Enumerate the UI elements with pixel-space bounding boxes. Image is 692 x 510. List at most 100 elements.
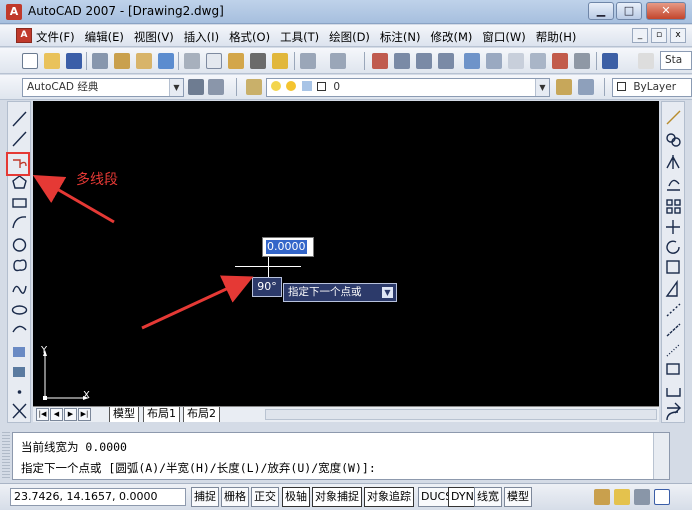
hatch-icon — [12, 403, 27, 419]
offset-icon — [667, 179, 680, 191]
print-icon[interactable] — [92, 53, 108, 69]
markup-icon[interactable] — [552, 53, 568, 69]
status-dyn-button[interactable]: DYN — [448, 487, 477, 507]
command-window[interactable]: 当前线宽为 0.0000 指定下一个点或 [圆弧(A)/半宽(H)/长度(L)/… — [12, 432, 670, 480]
status-snap-button[interactable]: 捕捉 — [191, 487, 219, 507]
angle-tooltip: 90° — [252, 277, 282, 297]
maximize-button[interactable]: □ — [616, 2, 642, 20]
match-properties-icon[interactable] — [250, 53, 266, 69]
status-otrack-button[interactable]: 对象追踪 — [364, 487, 414, 507]
erase-icon — [666, 110, 681, 125]
communication-center-icon[interactable] — [594, 489, 610, 505]
status-osnap-button[interactable]: 对象捕捉 — [312, 487, 362, 507]
menu-window[interactable]: 窗口(W) — [482, 29, 525, 45]
options-down-arrow-icon[interactable]: ▼ — [382, 287, 393, 298]
tab-model[interactable]: 模型 — [109, 407, 139, 422]
properties-icon[interactable] — [464, 53, 480, 69]
menu-tools[interactable]: 工具(T) — [280, 29, 319, 45]
command-prompt-line[interactable]: 指定下一个点或 [圆弧(A)/半宽(H)/长度(L)/放弃(U)/宽度(W)]: — [21, 460, 376, 476]
open-file-icon[interactable] — [44, 53, 60, 69]
menu-edit[interactable]: 编辑(E) — [85, 29, 124, 45]
menu-insert[interactable]: 插入(I) — [184, 29, 219, 45]
doc-minimize-button[interactable]: _ — [632, 28, 648, 43]
text-style-combo[interactable]: Sta — [660, 51, 692, 70]
layers-toolbar: AutoCAD 经典 ▼ 0 ▼ ByLayer — [0, 75, 692, 100]
layer-thaw-icon — [286, 81, 297, 91]
prev-tab-icon[interactable]: ◀ — [50, 408, 63, 421]
zoom-previous-icon[interactable] — [438, 53, 454, 69]
undo-icon[interactable] — [300, 53, 316, 69]
sheet-set-icon[interactable] — [530, 53, 546, 69]
menu-draw[interactable]: 绘图(D) — [329, 29, 370, 45]
horizontal-scrollbar[interactable] — [265, 409, 657, 420]
document-icon[interactable]: A — [16, 28, 32, 43]
tool-palettes-icon[interactable] — [508, 53, 524, 69]
layer-manager-icon[interactable] — [246, 79, 262, 95]
close-button[interactable]: ✕ — [646, 2, 686, 20]
my-workspace-icon[interactable] — [208, 79, 224, 95]
menu-dimension[interactable]: 标注(N) — [380, 29, 421, 45]
help-icon[interactable] — [602, 53, 618, 69]
status-ortho-button[interactable]: 正交 — [251, 487, 279, 507]
publish-icon[interactable] — [136, 53, 152, 69]
menu-view[interactable]: 视图(V) — [134, 29, 174, 45]
drawing-canvas[interactable]: Y X — [33, 101, 659, 406]
workspace-combo[interactable]: AutoCAD 经典 ▼ — [22, 78, 184, 97]
plot-preview-icon[interactable] — [114, 53, 130, 69]
menu-items: 文件(F) 编辑(E) 视图(V) 插入(I) 格式(O) 工具(T) 绘图(D… — [36, 29, 586, 45]
layer-previous-icon[interactable] — [578, 79, 594, 95]
calculator-icon[interactable] — [574, 53, 590, 69]
ucs-icon — [43, 350, 89, 400]
workspace-settings-icon[interactable] — [188, 79, 204, 95]
chamfer-icon — [667, 402, 681, 414]
zoom-realtime-icon[interactable] — [394, 53, 410, 69]
last-tab-icon[interactable]: ▶| — [78, 408, 91, 421]
command-scrollbar[interactable] — [653, 433, 669, 479]
chevron-down-icon[interactable]: ▼ — [535, 79, 549, 96]
command-window-grip[interactable] — [2, 432, 10, 480]
doc-close-button[interactable]: x — [670, 28, 686, 43]
menu-modify[interactable]: 修改(M) — [431, 29, 473, 45]
cut-icon[interactable] — [184, 53, 200, 69]
3d-dwf-icon[interactable] — [158, 53, 174, 69]
status-grid-button[interactable]: 栅格 — [221, 487, 249, 507]
make-block-icon — [13, 367, 25, 377]
status-lineweight-button[interactable]: 线宽 — [474, 487, 502, 507]
construction-line-icon — [12, 131, 27, 147]
revision-cloud-icon — [13, 259, 27, 272]
block-editor-icon[interactable] — [272, 53, 288, 69]
tab-layout1[interactable]: 布局1 — [143, 407, 180, 422]
status-model-button[interactable]: 模型 — [504, 487, 532, 507]
tab-layout2[interactable]: 布局2 — [183, 407, 220, 422]
status-menu-icon[interactable] — [634, 489, 650, 505]
chevron-down-icon[interactable]: ▼ — [169, 79, 183, 96]
minimize-button[interactable]: ▁ — [588, 2, 614, 20]
layer-combo[interactable]: 0 ▼ — [266, 78, 550, 97]
menu-format[interactable]: 格式(O) — [229, 29, 270, 45]
autocad-app-icon[interactable]: A — [6, 4, 22, 20]
next-tab-icon[interactable]: ▶ — [64, 408, 77, 421]
paste-icon[interactable] — [228, 53, 244, 69]
text-style-icon[interactable] — [638, 53, 654, 69]
redo-icon[interactable] — [330, 53, 346, 69]
lock-icon[interactable] — [614, 489, 630, 505]
coordinate-readout[interactable]: 23.7426, 14.1657, 0.0000 — [10, 488, 186, 506]
first-tab-icon[interactable]: |◀ — [36, 408, 49, 421]
make-layer-current-icon[interactable] — [556, 79, 572, 95]
design-center-icon[interactable] — [486, 53, 502, 69]
break-at-point-icon — [666, 343, 681, 357]
copy-icon[interactable] — [206, 53, 222, 69]
zoom-window-icon[interactable] — [416, 53, 432, 69]
clean-screen-icon[interactable] — [654, 489, 670, 505]
new-file-icon[interactable] — [22, 53, 38, 69]
save-icon[interactable] — [66, 53, 82, 69]
dynamic-input-field[interactable]: 0.0000 — [262, 237, 314, 257]
menu-file[interactable]: 文件(F) — [36, 29, 75, 45]
toolbar-separator — [86, 52, 87, 70]
doc-restore-button[interactable]: ▫ — [651, 28, 667, 43]
toolbar-separator — [604, 78, 605, 96]
color-combo[interactable]: ByLayer — [612, 78, 692, 97]
menu-help[interactable]: 帮助(H) — [536, 29, 577, 45]
pan-icon[interactable] — [372, 53, 388, 69]
status-polar-button[interactable]: 极轴 — [282, 487, 310, 507]
